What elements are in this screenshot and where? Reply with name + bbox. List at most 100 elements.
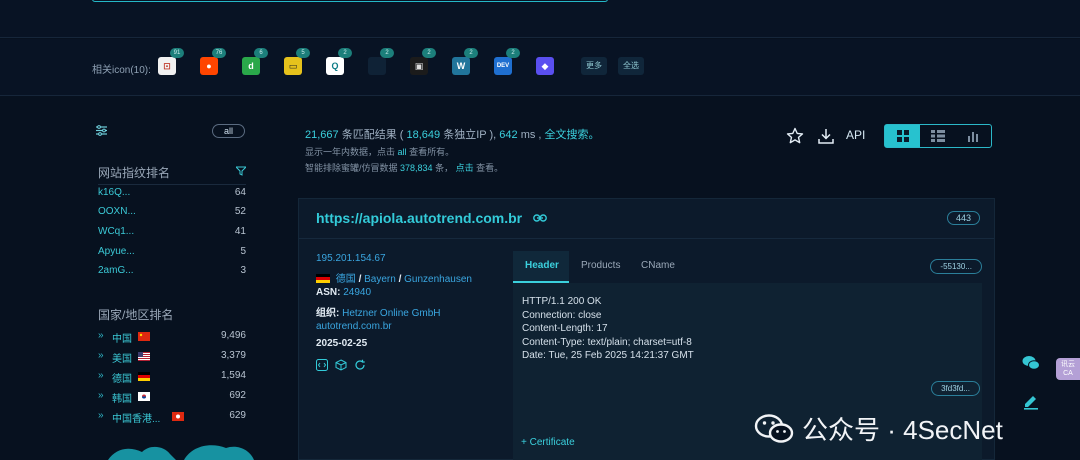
country-name[interactable]: 美国 bbox=[112, 350, 132, 365]
country-name[interactable]: 中国香港... bbox=[112, 410, 160, 425]
hash-badge-2[interactable]: 3fd3fd... bbox=[931, 381, 980, 396]
icon-10[interactable]: ◆ bbox=[536, 57, 554, 75]
country-row[interactable]: » 中国香港... 629 bbox=[98, 408, 246, 425]
star-icon[interactable] bbox=[786, 127, 804, 145]
all-filter-pill[interactable]: all bbox=[212, 124, 246, 138]
more-button[interactable]: 更多 bbox=[581, 57, 607, 75]
download-icon[interactable] bbox=[817, 127, 835, 145]
asn-link[interactable]: 24940 bbox=[343, 287, 371, 298]
icon-4[interactable]: ▭ 5 bbox=[284, 48, 310, 75]
icon-count-badge: 2 bbox=[380, 48, 394, 58]
icon-count-badge: 2 bbox=[422, 48, 436, 58]
reddit-icon[interactable]: ● 76 bbox=[200, 48, 226, 75]
country-row[interactable]: » 德国 1,594 bbox=[98, 368, 246, 385]
icon-count-badge: 5 bbox=[296, 48, 310, 58]
icon-6[interactable]: 2 bbox=[368, 48, 394, 75]
dev-icon[interactable]: DEV 2 bbox=[494, 48, 520, 75]
icon-glyph: ▣ bbox=[414, 60, 424, 71]
org-row: 组织: Hetzner Online GmbH bbox=[316, 304, 441, 319]
country-link[interactable]: 德国 bbox=[336, 274, 356, 285]
search-input[interactable] bbox=[92, 0, 608, 2]
ip-address-link[interactable]: 195.201.154.67 bbox=[316, 253, 386, 264]
icon-count-badge: 6 bbox=[254, 48, 268, 58]
icon-glyph: ▭ bbox=[288, 60, 298, 71]
select-all-button[interactable]: 全选 bbox=[618, 57, 644, 75]
icon-glyph: ◆ bbox=[541, 60, 549, 71]
fingerprint-name[interactable]: WCq1... bbox=[98, 226, 134, 237]
show-all-link[interactable]: all bbox=[398, 147, 407, 157]
time-range-note: 显示一年内数据，点击 all 查看所有。 bbox=[305, 145, 454, 158]
country-row[interactable]: » 中国 9,496 bbox=[98, 328, 246, 345]
grid-icon bbox=[896, 130, 909, 142]
fingerprint-count: 3 bbox=[240, 265, 246, 276]
country-name[interactable]: 中国 bbox=[112, 330, 132, 345]
tab-products[interactable]: Products bbox=[569, 251, 632, 283]
country-count: 692 bbox=[229, 390, 246, 401]
edit-icon bbox=[1024, 396, 1038, 410]
refresh-icon[interactable] bbox=[354, 359, 366, 371]
region-link[interactable]: Bayern bbox=[364, 274, 396, 285]
tab-header[interactable]: Header bbox=[513, 251, 569, 283]
country-name[interactable]: 德国 bbox=[112, 370, 132, 385]
wechat-button[interactable] bbox=[1018, 350, 1044, 376]
list-view-button[interactable] bbox=[920, 125, 955, 147]
fulltext-search-link[interactable]: 全文搜索。 bbox=[545, 129, 600, 141]
fingerprint-count: 5 bbox=[240, 246, 246, 257]
top-search-area bbox=[0, 0, 1080, 38]
link-icon[interactable] bbox=[533, 213, 547, 223]
icon-3[interactable]: d6 bbox=[242, 48, 268, 75]
expand-chevron-icon[interactable]: » bbox=[98, 330, 104, 341]
tab-cname[interactable]: CName bbox=[629, 251, 687, 283]
result-url-link[interactable]: https://apiola.autotrend.com.br bbox=[316, 210, 522, 226]
hash-badge[interactable]: -55130... bbox=[930, 259, 982, 274]
expand-chevron-icon[interactable]: » bbox=[98, 370, 104, 381]
city-link[interactable]: Gunzenhausen bbox=[404, 274, 472, 285]
fingerprint-row[interactable]: Apyue... 5 bbox=[98, 244, 246, 260]
country-row[interactable]: » 美国 3,379 bbox=[98, 348, 246, 365]
icon-count-badge: 2 bbox=[464, 48, 478, 58]
honeypot-count: 378,834 bbox=[400, 163, 433, 173]
stats-view-button[interactable] bbox=[956, 125, 991, 147]
honeypot-click-link[interactable]: 点击 bbox=[456, 163, 474, 173]
icon-glyph: ● bbox=[206, 61, 212, 71]
fingerprint-row[interactable]: OOXN... 52 bbox=[98, 204, 246, 220]
icon-count-badge: 2 bbox=[338, 48, 352, 58]
fingerprint-row[interactable]: k16Q... 64 bbox=[98, 184, 246, 200]
fingerprint-name[interactable]: 2amG... bbox=[98, 265, 134, 276]
fingerprint-count: 64 bbox=[234, 187, 246, 198]
org-link[interactable]: Hetzner Online GmbH bbox=[342, 308, 440, 319]
query-time: 642 bbox=[499, 129, 518, 141]
wordpress-icon[interactable]: W2 bbox=[452, 48, 478, 75]
funnel-icon[interactable] bbox=[236, 166, 246, 176]
result-stats: 21,667 条匹配结果 ( 18,649 条独立IP ), 642 ms , … bbox=[305, 126, 600, 142]
country-name[interactable]: 韩国 bbox=[112, 390, 132, 405]
feedback-button[interactable] bbox=[1018, 388, 1044, 414]
expand-chevron-icon[interactable]: » bbox=[98, 390, 104, 401]
country-row[interactable]: » 韩国 692 bbox=[98, 388, 246, 405]
code-icon[interactable] bbox=[316, 359, 328, 371]
icon-5[interactable]: Q2 bbox=[326, 48, 352, 75]
korea-flag-icon bbox=[138, 392, 150, 401]
cube-icon[interactable] bbox=[335, 359, 347, 371]
domain-link[interactable]: autotrend.com.br bbox=[316, 321, 392, 332]
watermark: 公众号 · 4SecNet bbox=[754, 410, 1003, 447]
fingerprint-row[interactable]: WCq1... 41 bbox=[98, 224, 246, 240]
side-tag[interactable]: 讯云 CA bbox=[1056, 358, 1080, 380]
time-range-text-end: 查看所有。 bbox=[409, 147, 455, 157]
icon-7[interactable]: ▣ 2 bbox=[410, 48, 436, 75]
fingerprint-name[interactable]: OOXN... bbox=[98, 206, 136, 217]
org-label: 组织: bbox=[316, 308, 340, 319]
filter-settings-icon[interactable] bbox=[96, 125, 107, 136]
world-map-image bbox=[108, 445, 254, 460]
port-badge[interactable]: 443 bbox=[946, 211, 980, 225]
certificate-toggle[interactable]: + Certificate bbox=[521, 437, 575, 448]
fingerprint-name[interactable]: Apyue... bbox=[98, 246, 135, 257]
fingerprint-name[interactable]: k16Q... bbox=[98, 187, 130, 198]
fingerprint-row[interactable]: 2amG... 3 bbox=[98, 263, 246, 279]
detail-tabs: Header Products CName -55130... bbox=[513, 251, 982, 283]
expand-chevron-icon[interactable]: » bbox=[98, 350, 104, 361]
api-button[interactable]: API bbox=[846, 128, 865, 142]
icon-1[interactable]: ⊡ 91 bbox=[158, 48, 184, 75]
expand-chevron-icon[interactable]: » bbox=[98, 410, 104, 421]
grid-view-button[interactable] bbox=[885, 125, 921, 147]
